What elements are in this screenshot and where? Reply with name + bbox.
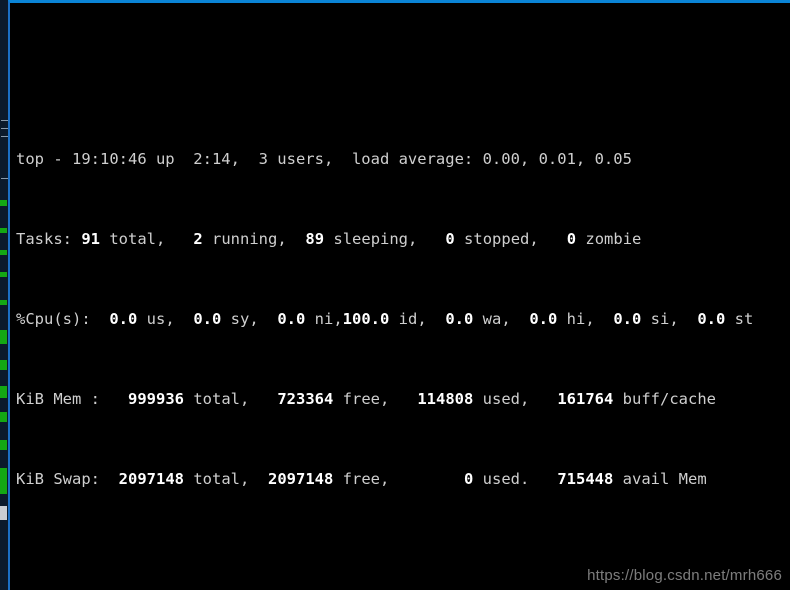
swap-used-value: 0 [463,470,474,488]
memory-buffcache-value: 161764 [557,390,614,408]
tasks-total-value: 91 [81,230,101,248]
swap-free-value: 2097148 [268,470,334,488]
cpu-hi-value: 0.0 [529,310,558,328]
cpu-label: %Cpu(s): [16,310,91,328]
cpu-st-label: st [725,310,754,328]
desktop-chip [0,200,7,206]
cpu-sy-value: 0.0 [193,310,222,328]
cpu-id-label: id, [389,310,427,328]
cpu-us-label: us, [137,310,175,328]
swap-used-label: used. [473,470,530,488]
cpu-id-value: 100.0 [342,310,390,328]
cpu-hi-label: hi, [557,310,595,328]
swap-label: KiB Swap: [16,470,100,488]
cpu-st-value: 0.0 [697,310,726,328]
cpu-line: %Cpu(s): 0.0 us, 0.0 sy, 0.0 ni,100.0 id… [10,309,790,329]
cpu-si-label: si, [641,310,679,328]
cpu-wa-label: wa, [473,310,511,328]
desktop-chip [0,272,7,277]
memory-free-value: 723364 [277,390,334,408]
cpu-ni-value: 0.0 [277,310,306,328]
desktop-chip [0,386,7,398]
desktop-chip [0,506,7,520]
desktop-chip [0,440,7,450]
tasks-running-label: running, [202,230,287,248]
tasks-running-value: 2 [193,230,203,248]
desktop-chip [0,468,7,494]
tasks-line: Tasks: 91 total, 2 running, 89 sleeping,… [10,229,790,249]
memory-buffcache-label: buff/cache [613,390,716,408]
swap-total-label: total, [184,470,250,488]
memory-used-value: 114808 [417,390,474,408]
memory-line: KiB Mem : 999936 total, 723364 free, 114… [10,389,790,409]
memory-label: KiB Mem : [16,390,100,408]
memory-total-value: 999936 [128,390,184,408]
desktop-chip [0,330,7,344]
cpu-wa-value: 0.0 [445,310,474,328]
memory-free-label: free, [333,390,390,408]
tasks-zombie-label: zombie [576,230,642,248]
memory-used-label: used, [473,390,530,408]
desktop-chip [0,360,7,370]
cpu-sy-label: sy, [221,310,259,328]
tasks-total-label: total, [100,230,166,248]
uptime-line: top - 19:10:46 up 2:14, 3 users, load av… [10,149,790,169]
swap-avail-label: avail Mem [613,470,707,488]
tasks-sleeping-label: sleeping, [324,230,418,248]
swap-avail-value: 715448 [557,470,614,488]
tasks-label: Tasks: [16,230,72,248]
memory-total-label: total, [184,390,250,408]
cpu-si-value: 0.0 [613,310,642,328]
uptime-text: top - 19:10:46 up 2:14, 3 users, load av… [16,150,632,168]
desktop-chip [0,300,7,305]
tasks-stopped-value: 0 [445,230,455,248]
terminal-screen[interactable]: top - 19:10:46 up 2:14, 3 users, load av… [10,3,790,590]
desktop-chip [0,250,7,255]
tasks-stopped-label: stopped, [454,230,539,248]
top-summary-area: top - 19:10:46 up 2:14, 3 users, load av… [10,83,790,549]
swap-total-value: 2097148 [118,470,184,488]
tasks-sleeping-value: 89 [305,230,325,248]
terminal-window[interactable]: top - 19:10:46 up 2:14, 3 users, load av… [8,0,790,590]
desktop-chip [0,412,7,422]
desktop-chip [0,228,7,233]
tasks-zombie-value: 0 [566,230,577,248]
cpu-us-value: 0.0 [109,310,138,328]
swap-free-label: free, [333,470,390,488]
swap-line: KiB Swap: 2097148 total, 2097148 free, 0… [10,469,790,489]
cpu-ni-label: ni, [305,310,343,328]
